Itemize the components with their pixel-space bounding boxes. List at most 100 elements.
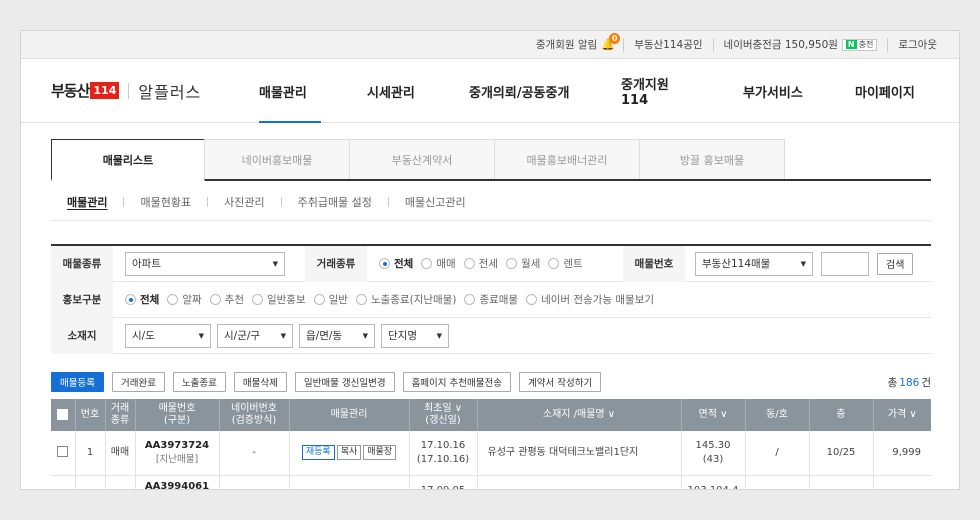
listing-table: 번호 거래 종류 매물번호 (구분) 네이버번호 (검증방식) 매물관리 최초일 ∨(…: [51, 399, 931, 490]
radio-icon: [251, 294, 263, 305]
label-location: 소재지: [51, 317, 113, 354]
tab-banner[interactable]: 매물홍보배너관리: [494, 139, 640, 179]
row-area: 103.104.4: [681, 475, 746, 489]
naver-n-icon: N: [845, 40, 857, 49]
change-renewal-date-button[interactable]: 일반매물 갱신일변경: [294, 372, 395, 392]
member-alert[interactable]: 중개회원 알림 🔔 0: [526, 32, 623, 52]
chevron-down-icon: ▼: [198, 331, 204, 340]
chevron-down-icon: ▼: [362, 331, 368, 340]
promo-radio-naver[interactable]: 네이버 전송가능 매물보기: [526, 292, 654, 307]
action-bar: 매물등록 거래완료 노출종료 매물삭제 일반매물 갱신일변경 홈페이지 추천매물…: [51, 371, 931, 393]
radio-icon: [313, 294, 325, 305]
nav-listing-management[interactable]: 매물관리: [259, 59, 321, 123]
radio-icon: [167, 294, 179, 305]
subnav-status-table[interactable]: 매물현황표: [140, 194, 191, 210]
tab-naver-promo[interactable]: 네이버홍보매물: [204, 139, 350, 179]
register-listing-button[interactable]: 매물등록: [51, 372, 104, 392]
search-button[interactable]: 검색: [877, 252, 914, 275]
header-dong: 동/호: [745, 399, 810, 431]
row-no: 1: [75, 431, 106, 476]
row-listing-no[interactable]: AA3994061: [145, 481, 209, 490]
subnav-listing-management[interactable]: 매물관리: [67, 194, 107, 210]
write-contract-button[interactable]: 계약서 작성하기: [518, 372, 602, 392]
end-exposure-button[interactable]: 노출종료: [172, 372, 226, 392]
eupmyeondong-select[interactable]: 읍/면/동 ▼: [299, 323, 375, 348]
nav-mypage[interactable]: 마이페이지: [855, 59, 919, 123]
app-frame: 중개회원 알림 🔔 0 부동산114공인 네이버충전금 150,950원 N 충전 …: [20, 30, 960, 490]
select-all-header: [51, 399, 76, 431]
form-row-promo: 홍보구분 전체 알짜 추천 일반홍보 일반 노출종료(지난매물) 종료매물 네이…: [51, 281, 931, 318]
sido-select[interactable]: 시/도 ▼: [125, 323, 211, 348]
header-listing-no: 매물번호 (구분): [135, 399, 220, 431]
promo-radio-all[interactable]: 전체: [125, 292, 159, 307]
row-area: 145.30: [695, 439, 731, 451]
row-area-pyeong: (43): [702, 453, 724, 465]
nav-support114[interactable]: 중개지원114: [621, 59, 695, 123]
tab-listing-list[interactable]: 매물리스트: [51, 139, 205, 181]
tab-bangkkeul[interactable]: 방끌 홍보매물: [639, 139, 785, 179]
deal-radio-jeonse[interactable]: 전세: [463, 256, 498, 271]
nav-brokerage[interactable]: 중개의뢰/공동중개: [469, 59, 573, 123]
promo-radio-general-promo[interactable]: 일반홍보: [251, 292, 306, 307]
complex-select[interactable]: 단지명 ▼: [381, 323, 449, 348]
chevron-down-icon: ▼: [436, 331, 442, 340]
row-renewal-date: (17.10.16): [416, 453, 470, 465]
header-date-sort[interactable]: 최초일 ∨ (갱신일): [409, 399, 478, 431]
deal-radio-rent[interactable]: 렌트: [548, 256, 583, 271]
copy-button[interactable]: 복사: [336, 445, 362, 461]
sigungu-select[interactable]: 시/군/구 ▼: [217, 323, 293, 348]
logout-link[interactable]: 로그아웃: [887, 37, 947, 52]
label-promo-type: 홍보구분: [51, 281, 113, 318]
promo-radio-recommend[interactable]: 추천: [209, 292, 244, 307]
deal-radio-sale[interactable]: 매매: [421, 256, 456, 271]
row-floor: 10/25: [809, 431, 874, 476]
total-count: 총 186 건: [887, 376, 931, 389]
listing-no-input[interactable]: [821, 251, 869, 276]
deal-complete-button[interactable]: 거래완료: [111, 372, 165, 392]
utility-bar: 중개회원 알림 🔔 0 부동산114공인 네이버충전금 150,950원 N 충전 …: [21, 31, 959, 59]
deal-radio-monthly[interactable]: 월세: [505, 256, 540, 271]
listing-type-select[interactable]: 아파트 ▼: [125, 251, 285, 276]
nav-extra-services[interactable]: 부가서비스: [743, 59, 807, 123]
alert-count-badge: 0: [609, 32, 621, 44]
naver-balance: 네이버충전금 150,950원 N 충전: [712, 37, 888, 52]
radio-icon: [379, 258, 390, 269]
header-area-sort[interactable]: 면적 ∨: [681, 399, 746, 431]
header-location-sort[interactable]: 소재지 /매물명 ∨: [477, 399, 682, 431]
chevron-down-icon: ▼: [800, 259, 806, 268]
delete-listing-button[interactable]: 매물삭제: [233, 372, 287, 392]
row-location[interactable]: 유성구 관평동 대덕테크노밸리1단지: [477, 431, 682, 476]
radio-icon: [463, 258, 475, 269]
row-checkbox[interactable]: [57, 446, 69, 458]
tab-contract[interactable]: 부동산계약서: [349, 139, 495, 179]
label-listing-type: 매물종류: [51, 245, 113, 282]
chevron-down-icon: ▼: [280, 331, 286, 340]
logo[interactable]: 부동산 114 알플러스: [51, 79, 251, 103]
nav-price-management[interactable]: 시세관리: [367, 59, 419, 123]
chevron-down-icon: ▼: [272, 259, 278, 268]
select-all-checkbox[interactable]: [57, 408, 69, 420]
promo-radio-ended[interactable]: 종료매물: [464, 292, 518, 307]
row-listing-no[interactable]: AA3973724: [145, 440, 209, 451]
charge-button[interactable]: N 충전: [841, 38, 878, 51]
reregister-button[interactable]: 재등록: [301, 445, 335, 461]
radio-icon: [526, 294, 538, 305]
promo-radio-alzza[interactable]: 알짜: [167, 292, 202, 307]
bell-icon[interactable]: 🔔 0: [601, 32, 621, 51]
header-deal: 거래 종류: [105, 399, 136, 431]
subnav-report[interactable]: 매물신고관리: [405, 194, 466, 210]
deal-radio-all[interactable]: 전체: [379, 256, 413, 271]
radio-icon: [209, 294, 221, 305]
promo-radio-general[interactable]: 일반: [313, 292, 348, 307]
search-form: 매물종류 아파트 ▼ 거래종류 전체 매매 전세 월세 렌트 매물번호 부동산11…: [51, 244, 931, 354]
header-price-sort[interactable]: 가격 ∨: [873, 399, 931, 431]
table-header-row: 번호 거래 종류 매물번호 (구분) 네이버번호 (검증방식) 매물관리 최초일 ∨(…: [51, 399, 931, 431]
listing-source-select[interactable]: 부동산114매물 ▼: [695, 251, 813, 276]
send-homepage-button[interactable]: 홈페이지 추천매물전송: [402, 372, 511, 392]
subnav-main-settings[interactable]: 주취급매물 설정: [298, 194, 372, 210]
subnav-photo[interactable]: 사진관리: [224, 194, 264, 210]
main-nav: 매물관리 시세관리 중개의뢰/공동중개 중개지원114 부가서비스 마이페이지: [259, 59, 919, 123]
sub-nav: 매물관리 매물현황표 사진관리 주취급매물 설정 매물신고관리: [51, 183, 931, 221]
promo-radio-expired[interactable]: 노출종료(지난매물): [355, 292, 456, 307]
listing-sheet-button[interactable]: 매물장: [363, 445, 397, 461]
